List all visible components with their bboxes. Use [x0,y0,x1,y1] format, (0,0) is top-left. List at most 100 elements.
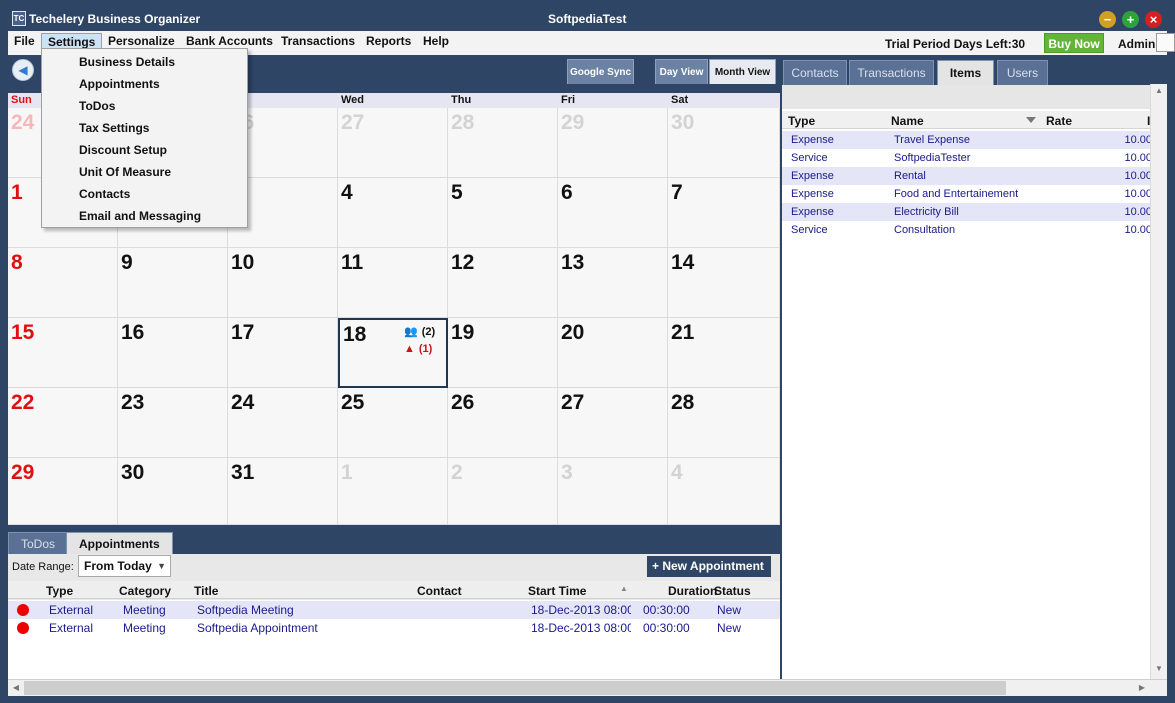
calendar-day[interactable]: 1 [338,458,448,525]
calendar-day[interactable]: 28 [448,108,558,178]
scroll-left-icon[interactable]: ◀ [8,680,24,696]
menu-item-todos[interactable]: ToDos [79,99,115,113]
cell-rate: 10.00 [1124,224,1152,236]
calendar-day[interactable]: 5 [448,178,558,248]
calendar-day[interactable]: 26 [448,388,558,458]
calendar-day[interactable]: 11 [338,248,448,318]
table-row[interactable]: External Meeting Softpedia Meeting 18-De… [8,601,780,619]
table-row[interactable]: Expense Electricity Bill 10.00 [782,203,1157,221]
sort-asc-icon: ▲ [620,584,628,593]
calendar-day[interactable]: 25 [338,388,448,458]
buy-now-button[interactable]: Buy Now [1044,33,1104,53]
menu-help[interactable]: Help [417,33,455,50]
calendar-day[interactable]: 28 [668,388,780,458]
tab-day-view[interactable]: Day View [655,59,708,84]
calendar-day[interactable]: 10 [228,248,338,318]
todo-indicator[interactable]: ▲ (1) [404,343,432,355]
tab-month-view[interactable]: Month View [709,59,776,84]
horizontal-scrollbar[interactable]: ◀ ▶ [8,679,1167,696]
calendar-day[interactable]: 9 [118,248,228,318]
menu-item-appointments[interactable]: Appointments [79,77,160,91]
calendar-day[interactable]: 20 [558,318,668,388]
calendar-day[interactable]: 31 [228,458,338,525]
menu-item-business-details[interactable]: Business Details [79,55,175,69]
table-row[interactable]: External Meeting Softpedia Appointment 1… [8,619,780,637]
column-header[interactable]: Type [46,584,73,598]
calendar-day[interactable]: 23 [118,388,228,458]
table-row[interactable]: Expense Food and Entertainement 10.00 [782,185,1157,203]
calendar-day[interactable]: 22 [8,388,118,458]
calendar-day[interactable]: 4 [668,458,780,525]
tab-todos[interactable]: ToDos [8,532,69,554]
column-header[interactable]: Duration [668,584,717,598]
tab-items[interactable]: Items [937,60,994,85]
calendar-day[interactable]: 16 [118,318,228,388]
menu-item-email-messaging[interactable]: Email and Messaging [79,209,201,223]
close-button[interactable]: × [1145,11,1162,28]
cell-type: External [49,603,94,617]
scroll-down-icon[interactable]: ▼ [1151,662,1167,676]
tab-contacts[interactable]: Contacts [783,60,847,85]
calendar-day[interactable]: 24 [228,388,338,458]
calendar-day[interactable]: 29 [8,458,118,525]
user-label[interactable]: Admini [1118,37,1159,51]
table-row[interactable]: Expense Rental 10.00 [782,167,1157,185]
calendar-day[interactable]: 15 [8,318,118,388]
tab-appointments[interactable]: Appointments [66,532,173,554]
calendar-day[interactable]: 27 [558,388,668,458]
tab-transactions[interactable]: Transactions [849,60,934,85]
column-header[interactable]: Name [891,114,924,128]
calendar-day-today[interactable]: 18 👥 (2) ▲ (1) [338,318,448,388]
calendar-day[interactable]: 3 [558,458,668,525]
calendar-day[interactable]: 27 [338,108,448,178]
vertical-scrollbar[interactable]: ▲ ▼ [1150,84,1167,679]
table-row[interactable]: Service Consultation 10.00 [782,221,1157,239]
menu-reports[interactable]: Reports [360,33,417,50]
appointment-indicator[interactable]: 👥 (2) [404,325,435,338]
calendar-day[interactable]: 17 [228,318,338,388]
menu-item-unit-of-measure[interactable]: Unit Of Measure [79,165,171,179]
scrollbar-thumb[interactable] [24,681,1006,695]
column-header[interactable]: Start Time [528,584,586,598]
day-number: 19 [451,321,475,344]
previous-month-icon[interactable]: ◀ [12,59,34,81]
table-row[interactable]: Service SoftpediaTester 10.00 [782,149,1157,167]
column-header[interactable]: Title [194,584,218,598]
column-header[interactable]: Rate [1046,114,1072,128]
menu-file[interactable]: File [8,33,41,50]
menu-item-contacts[interactable]: Contacts [79,187,130,201]
scroll-up-icon[interactable]: ▲ [1151,84,1167,98]
maximize-button[interactable]: + [1122,11,1139,28]
cell-rate: 10.00 [1124,134,1152,146]
calendar-day[interactable]: 30 [668,108,780,178]
new-appointment-button[interactable]: + New Appointment [647,556,771,577]
calendar-day[interactable]: 2 [448,458,558,525]
table-row[interactable]: Expense Travel Expense 10.00 [782,131,1157,149]
calendar-day[interactable]: 4 [338,178,448,248]
google-sync-button[interactable]: Google Sync [567,59,634,84]
tab-users[interactable]: Users [997,60,1048,85]
column-header[interactable]: Type [788,114,815,128]
scroll-right-icon[interactable]: ▶ [1134,680,1150,696]
calendar-day[interactable]: 13 [558,248,668,318]
day-number: 17 [231,321,255,344]
user-menu-button[interactable] [1156,33,1175,52]
menu-item-tax-settings[interactable]: Tax Settings [79,121,149,135]
calendar-day[interactable]: 6 [558,178,668,248]
calendar-day[interactable]: 19 [448,318,558,388]
calendar-day[interactable]: 21 [668,318,780,388]
calendar-day[interactable]: 14 [668,248,780,318]
date-range-select[interactable]: From Today ▼ [78,555,171,577]
calendar-day[interactable]: 29 [558,108,668,178]
menu-transactions[interactable]: Transactions [275,33,361,50]
column-header[interactable]: Contact [417,584,462,598]
calendar-day[interactable]: 8 [8,248,118,318]
minimize-button[interactable]: − [1099,11,1116,28]
calendar-day[interactable]: 7 [668,178,780,248]
weekday-label: Wed [341,94,365,106]
menu-item-discount-setup[interactable]: Discount Setup [79,143,167,157]
column-header[interactable]: Category [119,584,171,598]
column-header[interactable]: Status [714,584,751,598]
calendar-day[interactable]: 12 [448,248,558,318]
calendar-day[interactable]: 30 [118,458,228,525]
